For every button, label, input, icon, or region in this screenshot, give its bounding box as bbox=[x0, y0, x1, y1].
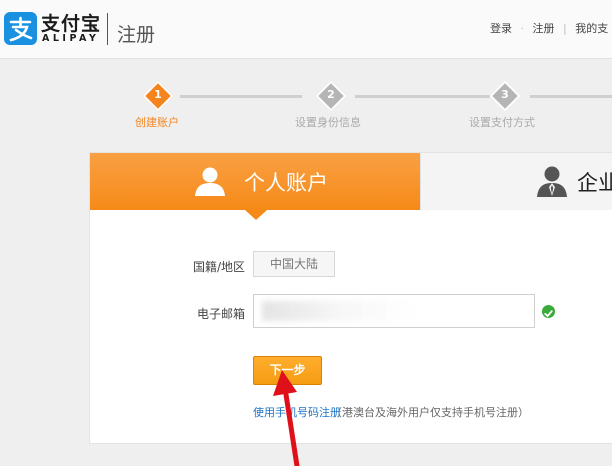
nav-divider: | bbox=[563, 22, 567, 35]
country-label: 国籍/地区 bbox=[193, 260, 246, 274]
step-connector bbox=[180, 95, 302, 98]
tab-personal-label: 个人账户 bbox=[244, 171, 328, 195]
logo-subtext: ALIPAY bbox=[42, 33, 100, 44]
step-1-label: 创建账户 bbox=[135, 116, 179, 129]
user-icon bbox=[193, 166, 227, 200]
step-2-label: 设置身份信息 bbox=[295, 116, 361, 129]
active-tab-pointer bbox=[245, 210, 267, 220]
business-user-icon bbox=[536, 165, 568, 201]
alipay-logo-icon[interactable] bbox=[4, 12, 37, 45]
red-arrow-icon bbox=[273, 370, 300, 466]
tab-business-account[interactable]: 企业 bbox=[420, 153, 612, 210]
step-connector bbox=[355, 95, 490, 98]
login-link[interactable]: 登录 bbox=[490, 20, 512, 36]
tab-business-label: 企业 bbox=[577, 171, 612, 195]
nav-divider: · bbox=[520, 22, 525, 35]
country-select[interactable]: 中国大陆 bbox=[253, 251, 335, 277]
site-header: 支付宝 ALIPAY 注册 登录 · 注册 | 我的支 bbox=[0, 0, 612, 59]
step-1-number: 1 bbox=[154, 88, 162, 101]
logo-text: 支付宝 bbox=[41, 13, 102, 35]
registration-steps: 1 创建账户 2 设置身份信息 3 设置支付方式 bbox=[0, 80, 612, 132]
my-alipay-link[interactable]: 我的支 bbox=[575, 20, 608, 36]
step-2-number: 2 bbox=[327, 88, 335, 101]
check-icon bbox=[542, 305, 555, 318]
top-nav: 登录 · 注册 | 我的支 bbox=[490, 20, 608, 36]
step-connector bbox=[530, 95, 612, 98]
phone-register-note: （港澳台及海外用户仅支持手机号注册） bbox=[331, 406, 529, 419]
step-3-label: 设置支付方式 bbox=[469, 116, 535, 129]
header-divider bbox=[107, 13, 108, 45]
email-value-blur bbox=[262, 301, 412, 321]
page-title: 注册 bbox=[117, 24, 156, 46]
tab-personal-account[interactable]: 个人账户 bbox=[90, 153, 420, 210]
step-3-number: 3 bbox=[501, 88, 509, 101]
register-link[interactable]: 注册 bbox=[533, 20, 555, 36]
email-label: 电子邮箱 bbox=[197, 307, 246, 321]
